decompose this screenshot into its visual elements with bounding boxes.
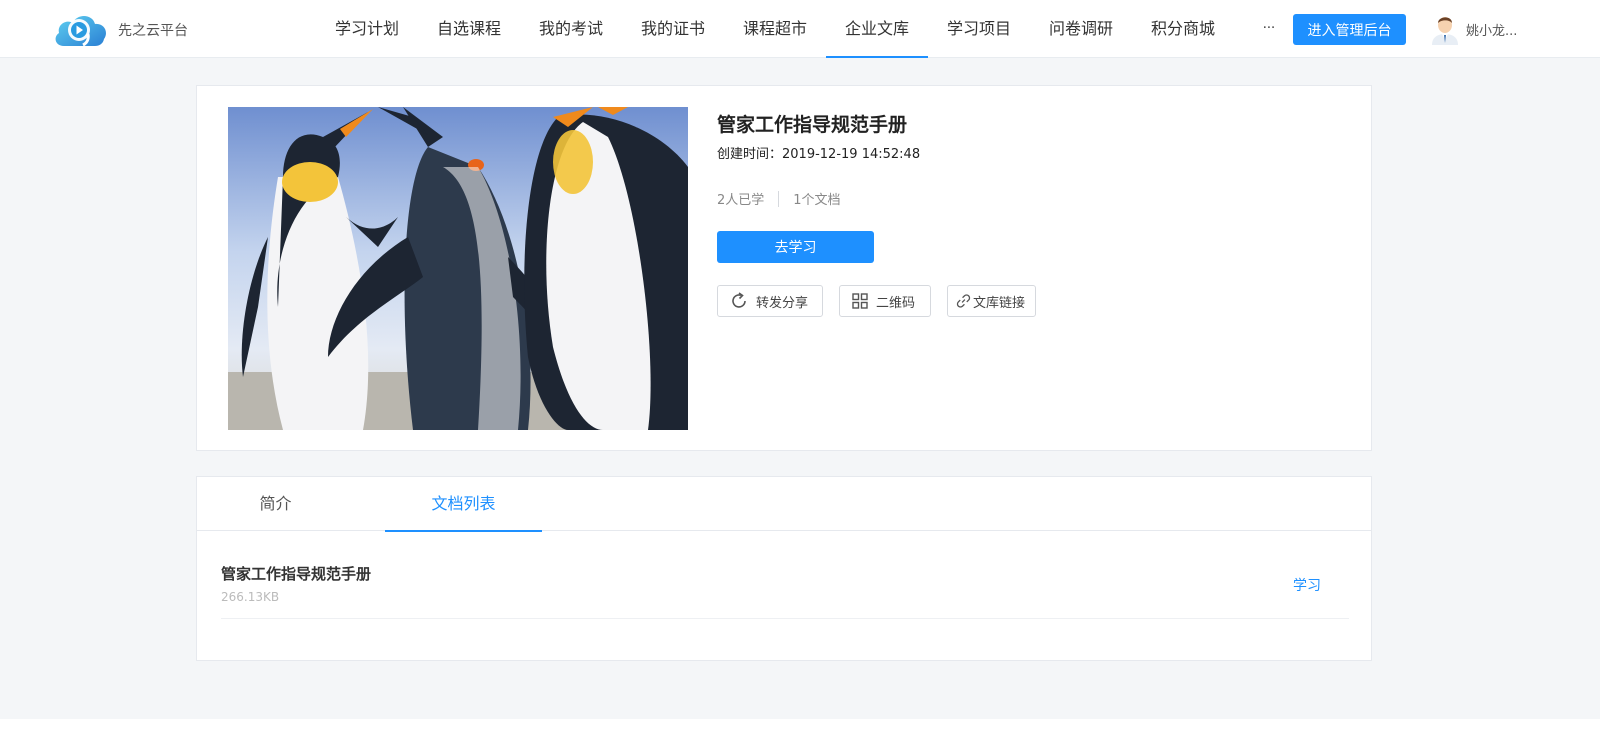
- study-document-link[interactable]: 学习: [1293, 575, 1321, 595]
- footer: [0, 719, 1600, 749]
- nav-item-course-market[interactable]: 课程超市: [724, 0, 826, 58]
- main-nav: 学习计划 自选课程 我的考试 我的证书 课程超市 企业文库 学习项目 问卷调研 …: [316, 0, 1304, 58]
- stats-divider: [778, 190, 780, 207]
- qrcode-button[interactable]: 二维码: [839, 285, 931, 317]
- qrcode-label: 二维码: [876, 295, 916, 311]
- nav-item-learning-projects[interactable]: 学习项目: [928, 0, 1030, 58]
- qrcode-icon: [852, 293, 868, 309]
- nav-item-study-plan[interactable]: 学习计划: [316, 0, 418, 58]
- go-study-button[interactable]: 去学习: [717, 231, 874, 263]
- list-item[interactable]: 管家工作指导规范手册 266.13KB 学习: [221, 563, 1349, 619]
- tab-bar: 简介 文档列表: [197, 477, 1371, 532]
- link-label: 文库链接: [972, 295, 1025, 311]
- document-name: 管家工作指导规范手册: [221, 565, 372, 583]
- nav-item-enterprise-library[interactable]: 企业文库: [826, 0, 928, 58]
- user-name: 姚小龙...: [1466, 23, 1518, 39]
- stats-row: 2人已学 1个文档: [717, 189, 841, 208]
- tab-document-list[interactable]: 文档列表: [385, 477, 542, 532]
- tab-panel: 简介 文档列表 管家工作指导规范手册 266.13KB 学习: [196, 476, 1372, 661]
- nav-item-points-mall[interactable]: 积分商城: [1132, 0, 1234, 58]
- user-menu[interactable]: 姚小龙...: [1430, 13, 1517, 45]
- admin-console-button[interactable]: 进入管理后台: [1293, 14, 1406, 45]
- document-size: 266.13KB: [221, 590, 280, 604]
- nav-item-elective-courses[interactable]: 自选课程: [418, 0, 520, 58]
- cloud-play-logo-icon: [52, 10, 108, 50]
- logo[interactable]: 先之云平台: [52, 10, 188, 50]
- top-header: 先之云平台 学习计划 自选课程 我的考试 我的证书 课程超市 企业文库 学习项目…: [0, 0, 1600, 58]
- nav-item-surveys[interactable]: 问卷调研: [1030, 0, 1132, 58]
- cover-image: [228, 107, 688, 430]
- avatar: [1430, 13, 1460, 45]
- library-detail-card: 管家工作指导规范手册 创建时间：2019-12-19 14:52:48 2人已学…: [196, 85, 1372, 451]
- logo-text: 先之云平台: [118, 23, 188, 39]
- link-icon: [956, 294, 971, 308]
- learners-count: 2人已学: [717, 193, 765, 208]
- share-button[interactable]: 转发分享: [717, 285, 823, 317]
- action-buttons: 转发分享 二维码 文库链接: [717, 285, 1052, 317]
- library-link-button[interactable]: 文库链接: [947, 285, 1036, 317]
- document-count: 1个文档: [793, 193, 841, 208]
- nav-item-my-certificates[interactable]: 我的证书: [622, 0, 724, 58]
- nav-item-my-exams[interactable]: 我的考试: [520, 0, 622, 58]
- share-label: 转发分享: [756, 295, 809, 311]
- share-icon: [732, 292, 746, 308]
- tab-introduction[interactable]: 简介: [197, 477, 354, 531]
